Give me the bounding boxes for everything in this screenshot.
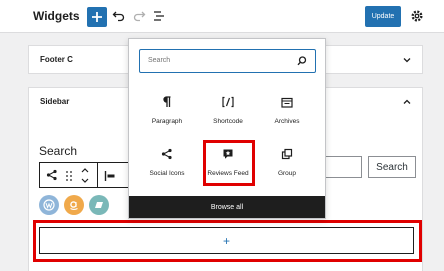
share-icon[interactable] — [46, 169, 58, 181]
toolbar-divider — [97, 163, 98, 187]
block-label: Shortcode — [213, 118, 243, 125]
move-down-icon[interactable] — [80, 177, 90, 185]
widget-area-title: Footer C — [40, 55, 73, 64]
add-block-appender[interactable]: + — [39, 227, 414, 254]
list-view-icon[interactable] — [152, 9, 166, 23]
browse-all-button[interactable]: Browse all — [129, 196, 325, 218]
move-up-icon[interactable] — [80, 166, 90, 174]
undo-icon[interactable] — [112, 9, 126, 23]
block-item-archives[interactable]: Archives — [259, 91, 315, 135]
redo-icon[interactable] — [132, 9, 146, 23]
search-placeholder: Search — [148, 57, 171, 64]
block-item-paragraph[interactable]: Paragraph — [139, 91, 195, 135]
shortcode-icon — [221, 95, 235, 109]
group-icon — [280, 147, 294, 161]
inserter-search-input[interactable]: Search — [139, 49, 316, 73]
bandcamp-icon[interactable] — [89, 195, 109, 215]
gear-icon[interactable] — [410, 9, 424, 23]
chevron-down-icon[interactable] — [402, 55, 412, 65]
block-inserter-popover: Search Paragraph Shortcode Archives Soci… — [128, 38, 326, 219]
block-item-shortcode[interactable]: Shortcode — [200, 91, 256, 135]
widget-area-title: Sidebar — [40, 97, 70, 106]
plus-icon — [92, 12, 102, 22]
highlight-frame — [203, 140, 255, 186]
add-block-button[interactable] — [87, 7, 107, 27]
block-label: Social Icons — [149, 170, 185, 177]
search-block-title[interactable]: Search — [39, 144, 77, 158]
chevron-up-icon[interactable] — [402, 97, 412, 107]
align-left-icon[interactable] — [104, 170, 116, 182]
archives-icon — [280, 95, 294, 109]
block-label: Group — [277, 170, 297, 177]
block-label: Paragraph — [151, 118, 183, 125]
page-title: Widgets — [33, 9, 80, 23]
social-icons-row — [39, 195, 109, 215]
block-item-group[interactable]: Group — [259, 143, 315, 187]
paragraph-icon — [160, 95, 174, 109]
search-button[interactable]: Search — [368, 156, 416, 178]
block-item-social-icons[interactable]: Social Icons — [139, 143, 195, 187]
block-label: Archives — [274, 118, 300, 125]
amazon-icon[interactable] — [64, 195, 84, 215]
drag-handle-icon[interactable] — [65, 170, 73, 182]
share-icon — [160, 147, 174, 161]
search-icon — [297, 56, 307, 66]
update-button[interactable]: Update — [365, 6, 401, 27]
wordpress-icon[interactable] — [39, 195, 59, 215]
top-toolbar: Widgets Update — [0, 0, 444, 33]
block-toolbar — [39, 162, 139, 188]
